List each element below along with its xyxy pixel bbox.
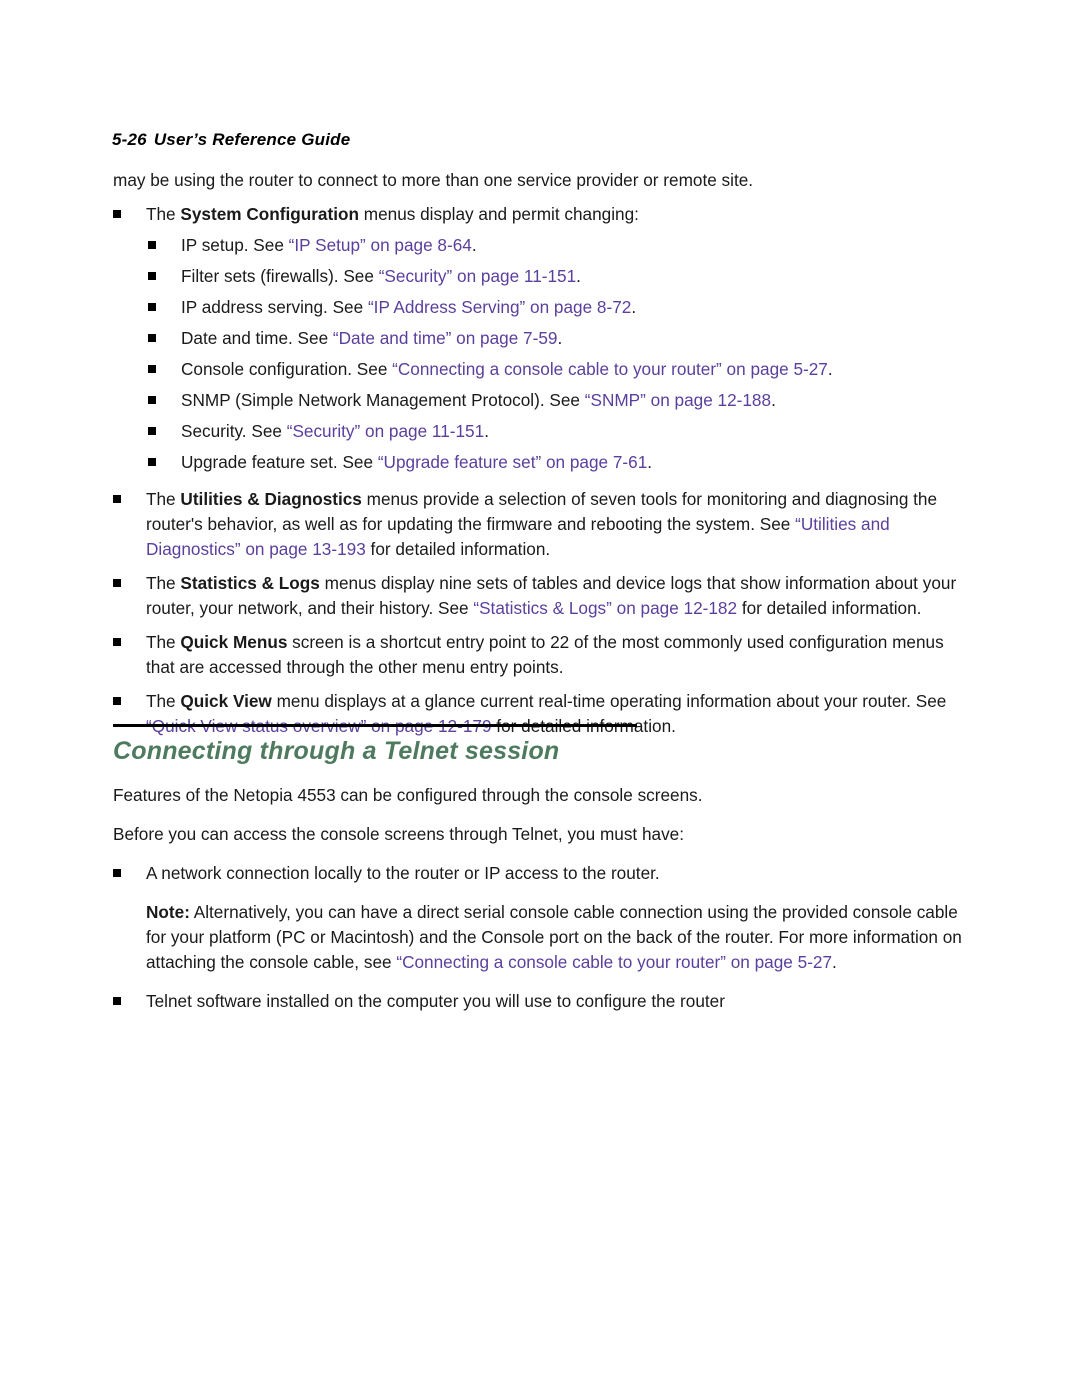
sub-bullet-tail: .	[827, 359, 833, 379]
bullet-text-lead: The	[146, 204, 181, 224]
bullet-text-lead: The	[146, 691, 181, 711]
bullet-text-tail: for detailed information.	[737, 598, 922, 618]
sub-bullet-snmp: SNMP (Simple Network Management Protocol…	[113, 388, 968, 413]
running-header: 5-26 User’s Reference Guide	[112, 130, 350, 150]
section-content: Features of the Netopia 4553 can be conf…	[113, 783, 968, 1014]
main-content: may be using the router to connect to mo…	[113, 168, 968, 739]
sub-bullet-security: Security. See “Security” on page 11-151.	[113, 419, 968, 444]
sub-bullet-ip-address-serving: IP address serving. See “IP Address Serv…	[113, 295, 968, 320]
bullet-text-mid: menu displays at a glance current real-t…	[271, 691, 947, 711]
square-bullet-icon	[148, 303, 156, 311]
cross-reference-link[interactable]: “Connecting a console cable to your rout…	[392, 359, 828, 379]
square-bullet-icon	[113, 869, 121, 877]
square-bullet-icon	[148, 241, 156, 249]
cross-reference-link[interactable]: “Security” on page 11-151	[287, 421, 484, 441]
sub-bullet-date-and-time: Date and time. See “Date and time” on pa…	[113, 326, 968, 351]
sub-bullet-lead: Console configuration. See	[181, 359, 393, 379]
sub-bullet-ip-setup: IP setup. See “IP Setup” on page 8-64.	[113, 233, 968, 258]
sub-bullet-lead: Upgrade feature set. See	[181, 452, 378, 472]
square-bullet-icon	[148, 458, 156, 466]
square-bullet-icon	[113, 495, 121, 503]
square-bullet-icon	[113, 579, 121, 587]
cross-reference-link[interactable]: “Statistics & Logs” on page 12-182	[473, 598, 737, 618]
cross-reference-link[interactable]: “Security” on page 11-151	[379, 266, 576, 286]
square-bullet-icon	[113, 697, 121, 705]
square-bullet-icon	[148, 365, 156, 373]
sub-bullet-lead: IP setup. See	[181, 235, 289, 255]
bullet-utilities-diagnostics: The Utilities & Diagnostics menus provid…	[113, 487, 968, 562]
bullet-statistics-logs: The Statistics & Logs menus display nine…	[113, 571, 968, 621]
square-bullet-icon	[113, 997, 121, 1005]
square-bullet-icon	[148, 272, 156, 280]
section-title: Connecting through a Telnet session	[113, 737, 560, 765]
square-bullet-icon	[113, 638, 121, 646]
bullet-text-bold: Quick View	[180, 691, 272, 711]
bullet-text-lead: The	[146, 573, 181, 593]
bullet-telnet-software: Telnet software installed on the compute…	[113, 989, 968, 1014]
bullet-text-bold: Quick Menus	[180, 632, 288, 652]
bullet-text-bold: Utilities & Diagnostics	[180, 489, 362, 509]
bullet-quick-menus: The Quick Menus screen is a shortcut ent…	[113, 630, 968, 680]
sub-bullet-lead: IP address serving. See	[181, 297, 368, 317]
square-bullet-icon	[148, 396, 156, 404]
sub-bullet-lead: Filter sets (firewalls). See	[181, 266, 379, 286]
sub-bullet-upgrade-feature-set: Upgrade feature set. See “Upgrade featur…	[113, 450, 968, 475]
page-folio: 5-26	[112, 130, 147, 149]
sub-bullet-tail: .	[484, 421, 489, 441]
section-heading-block: Connecting through a Telnet session	[113, 724, 968, 766]
note-block: Note: Alternatively, you can have a dire…	[113, 900, 968, 975]
bullet-text-tail: menus display and permit changing:	[358, 204, 639, 224]
cross-reference-link[interactable]: “Upgrade feature set” on page 7-61	[378, 452, 647, 472]
sub-bullet-console-configuration: Console configuration. See “Connecting a…	[113, 357, 968, 382]
bullet-text-tail: for detailed information.	[365, 539, 551, 559]
bullet-network-connection: A network connection locally to the rout…	[113, 861, 968, 886]
bullet-text: Telnet software installed on the compute…	[146, 991, 725, 1011]
cross-reference-link[interactable]: “Connecting a console cable to your rout…	[396, 952, 832, 972]
intro-paragraph: may be using the router to connect to mo…	[113, 170, 754, 190]
section-divider-rule	[113, 724, 637, 727]
sub-bullet-tail: .	[471, 235, 477, 255]
cross-reference-link[interactable]: “SNMP” on page 12-188	[585, 390, 771, 410]
sub-bullet-lead: Security. See	[181, 421, 287, 441]
section-paragraph-1: Features of the Netopia 4553 can be conf…	[113, 785, 703, 805]
bullet-text-lead: The	[146, 489, 181, 509]
cross-reference-link[interactable]: “Date and time” on page 7-59	[333, 328, 558, 348]
cross-reference-link[interactable]: “IP Address Serving” on page 8-72	[368, 297, 631, 317]
section-paragraph-2: Before you can access the console screen…	[113, 824, 685, 844]
sub-bullet-tail: .	[631, 297, 637, 317]
bullet-text-bold: System Configuration	[180, 204, 359, 224]
sub-bullet-lead: SNMP (Simple Network Management Protocol…	[181, 390, 585, 410]
guide-title: User’s Reference Guide	[153, 130, 351, 149]
note-tail: .	[832, 952, 837, 972]
sub-bullet-tail: .	[557, 328, 563, 348]
bullet-system-configuration: The System Configuration menus display a…	[113, 202, 968, 227]
sub-bullet-filter-sets: Filter sets (firewalls). See “Security” …	[113, 264, 968, 289]
sub-bullet-tail: .	[771, 390, 776, 410]
bullet-text: A network connection locally to the rout…	[146, 863, 660, 883]
square-bullet-icon	[113, 210, 121, 218]
square-bullet-icon	[148, 427, 156, 435]
sub-bullet-tail: .	[647, 452, 653, 472]
cross-reference-link[interactable]: “IP Setup” on page 8-64	[289, 235, 472, 255]
document-page: 5-26 User’s Reference Guide may be using …	[0, 0, 1080, 1397]
sub-bullet-tail: .	[576, 266, 581, 286]
bullet-text-lead: The	[146, 632, 181, 652]
note-label: Note:	[146, 902, 190, 922]
sub-bullet-lead: Date and time. See	[181, 328, 333, 348]
bullet-text-bold: Statistics & Logs	[180, 573, 320, 593]
square-bullet-icon	[148, 334, 156, 342]
